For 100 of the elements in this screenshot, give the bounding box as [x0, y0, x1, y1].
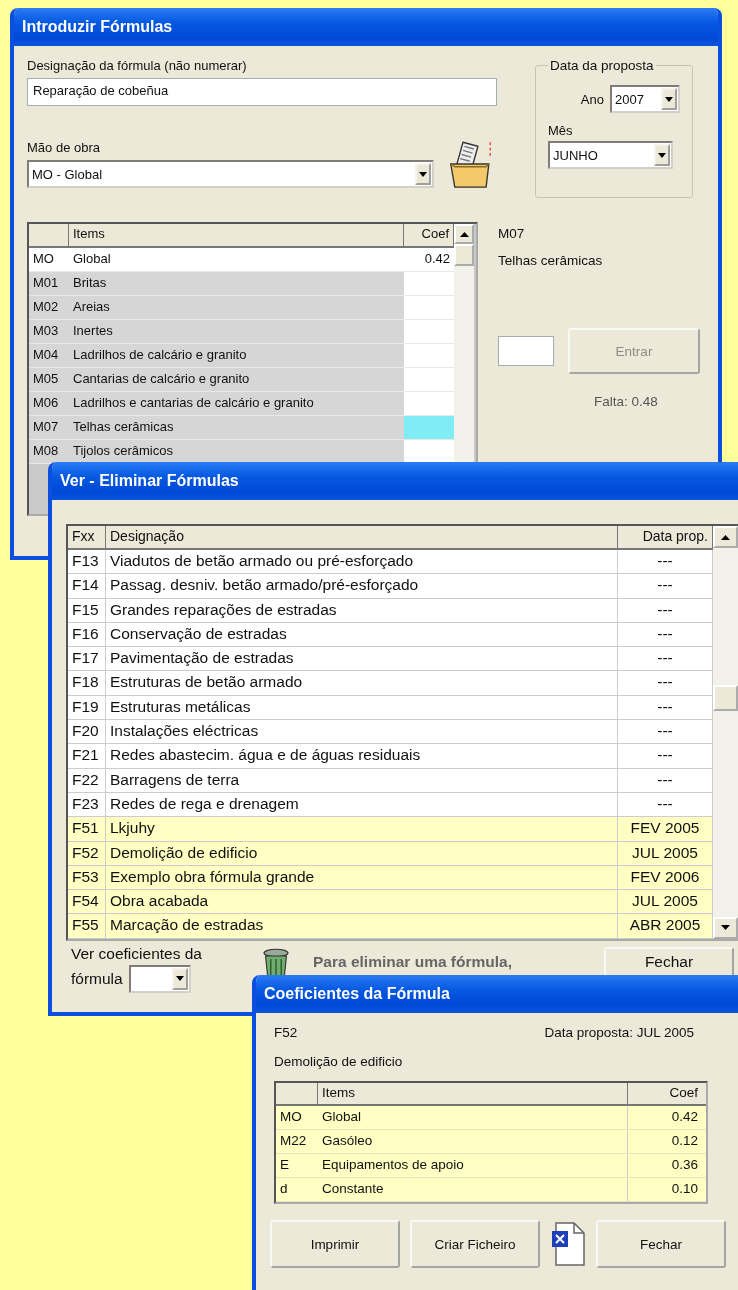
- table-cell-text: Ladrilhos de calcário e granito: [72, 346, 248, 364]
- close-button[interactable]: Fechar: [604, 946, 734, 977]
- table-cell-text: 0.12: [670, 1132, 699, 1150]
- table-row[interactable]: F19 Estruturas metálicas ---: [68, 695, 713, 721]
- table-cell-text: Telhas cerâmicas: [72, 418, 175, 436]
- table-row[interactable]: MO Global 0.42: [29, 248, 454, 272]
- table-cell: F14: [68, 574, 106, 598]
- scroll-up-button[interactable]: [454, 224, 474, 244]
- table-cell: Exemplo obra fórmula grande: [106, 865, 618, 890]
- up-arrow-icon: [721, 534, 730, 540]
- table-cell-text: 0.36: [670, 1156, 699, 1174]
- table-cell[interactable]: [404, 344, 454, 367]
- table-cell-text: Tijolos cerâmicos: [72, 442, 174, 460]
- table-row[interactable]: F14 Passag. desniv. betão armado/pré-esforçado ---: [68, 574, 713, 599]
- column-header: Items: [69, 224, 404, 246]
- scroll-thumb[interactable]: [454, 244, 474, 266]
- table-row[interactable]: M07 Telhas cerâmicas: [29, 416, 454, 440]
- document-icon[interactable]: [550, 1221, 586, 1267]
- table-row[interactable]: F55 Marcação de estradas ABR 2005: [68, 914, 713, 939]
- hint-text: Para eliminar uma fórmula,: [313, 952, 512, 971]
- table-row[interactable]: F16 Conservação de estradas ---: [68, 622, 713, 648]
- table-cell-text: M02: [32, 298, 60, 316]
- table-row[interactable]: F54 Obra acabada JUL 2005: [68, 890, 713, 915]
- table-cell: F22: [68, 768, 106, 792]
- window-title: Ver - Eliminar Fórmulas: [52, 462, 738, 500]
- table-cell: F51: [68, 817, 106, 841]
- table-cell-text: M04: [32, 346, 60, 364]
- table-row[interactable]: M08 Tijolos cerâmicos: [29, 440, 454, 464]
- table-cell-text: Inertes: [72, 322, 114, 340]
- table-cell: F16: [68, 622, 106, 647]
- field-label: fórmula: [71, 969, 123, 988]
- table-cell[interactable]: [404, 272, 454, 295]
- table-cell: Grandes reparações de estradas: [106, 598, 618, 622]
- item-code: M07: [498, 226, 526, 241]
- month-dropdown[interactable]: JUNHO: [548, 141, 673, 169]
- trash-icon[interactable]: [261, 946, 291, 977]
- formula-code: F52: [274, 1025, 298, 1040]
- table-cell[interactable]: [404, 320, 454, 343]
- table-row[interactable]: F15 Grandes reparações de estradas ---: [68, 598, 713, 623]
- table-row[interactable]: F21 Redes abastecim. água e de águas residuais ---: [68, 744, 713, 769]
- year-dropdown[interactable]: 2007: [610, 85, 680, 113]
- table-cell[interactable]: [404, 296, 454, 319]
- table-row[interactable]: F17 Pavimentação de estradas ---: [68, 647, 713, 672]
- table-cell-text: M03: [32, 322, 60, 340]
- table-cell: Lkjuhy: [106, 817, 618, 841]
- table-row[interactable]: M05 Cantarias de calcário e granito: [29, 368, 454, 392]
- table-row[interactable]: M06 Ladrilhos e cantarias de calcário e granito: [29, 392, 454, 416]
- table-row[interactable]: F20 Instalações eléctricas ---: [68, 720, 713, 745]
- table-row[interactable]: F53 Exemplo obra fórmula grande FEV 2006: [68, 865, 713, 891]
- table-row[interactable]: M01 Britas: [29, 272, 454, 296]
- table-cell: F21: [68, 744, 106, 768]
- table-cell: Equipamentos de apoio: [318, 1154, 628, 1177]
- item-name: Telhas cerâmicas: [498, 253, 604, 268]
- table-cell: F54: [68, 890, 106, 914]
- input-field[interactable]: Reparação de cobeñua: [27, 78, 497, 106]
- group-title: Data da proposta: [549, 58, 655, 73]
- scroll-down-button[interactable]: [713, 916, 738, 939]
- dialog-button[interactable]: Fechar: [596, 1220, 726, 1268]
- table-cell-text: d: [279, 1180, 289, 1198]
- table-cell-text: M06: [32, 394, 60, 412]
- table-row[interactable]: F23 Redes de rega e drenagem ---: [68, 792, 713, 818]
- formula-dropdown[interactable]: [128, 964, 191, 993]
- column-header: Coef: [668, 1084, 699, 1102]
- column-header: Items: [318, 1083, 628, 1104]
- table-cell: Redes abastecim. água e de águas residuais: [106, 744, 618, 768]
- table-row[interactable]: F13 Viadutos de betão armado ou pré-esforçado ---: [68, 550, 713, 575]
- table-cell: Viadutos de betão armado ou pré-esforçado: [106, 550, 618, 574]
- table-row[interactable]: M03 Inertes: [29, 320, 454, 344]
- table-row[interactable]: M02 Areias: [29, 296, 454, 320]
- scroll-up-button[interactable]: [713, 526, 738, 548]
- table-cell: F17: [68, 647, 106, 671]
- table-cell[interactable]: [404, 368, 454, 391]
- down-arrow-icon: [721, 925, 730, 931]
- table-row[interactable]: F52 Demolição de edificio JUL 2005: [68, 841, 713, 866]
- table-cell[interactable]: [404, 392, 454, 415]
- column-header: Fxx: [68, 526, 106, 548]
- field-label: Designação da fórmula (não numerar): [27, 58, 248, 73]
- table-row[interactable]: F22 Barragens de terra ---: [68, 768, 713, 793]
- dropdown[interactable]: MO - Global: [27, 160, 434, 188]
- scrollbar[interactable]: [713, 526, 738, 939]
- table-cell: Global: [318, 1106, 628, 1129]
- input-field[interactable]: [498, 336, 554, 366]
- table-cell[interactable]: [404, 440, 454, 463]
- dialog-button[interactable]: Imprimir: [270, 1220, 400, 1268]
- scroll-thumb[interactable]: [713, 685, 738, 711]
- table-cell-text: MO: [279, 1108, 303, 1126]
- table-cell: Obra acabada: [106, 890, 618, 914]
- table-cell: F52: [68, 841, 106, 865]
- table-row[interactable]: M04 Ladrilhos de calcário e granito: [29, 344, 454, 368]
- formula-name: Demolição de edificio: [274, 1054, 404, 1069]
- table-cell: Marcação de estradas: [106, 914, 618, 938]
- table-cell-text: M01: [32, 274, 60, 292]
- table-cell-text: MO: [32, 250, 55, 268]
- table-cell[interactable]: [404, 416, 454, 439]
- table-cell: Constante: [318, 1178, 628, 1201]
- dialog-button[interactable]: Criar Ficheiro: [410, 1220, 540, 1268]
- table-cell: Conservação de estradas: [106, 622, 618, 647]
- table-row[interactable]: F51 Lkjuhy FEV 2005: [68, 817, 713, 842]
- table-row[interactable]: F18 Estruturas de betão armado ---: [68, 671, 713, 696]
- field-label: Ver coeficientes da: [71, 944, 203, 963]
